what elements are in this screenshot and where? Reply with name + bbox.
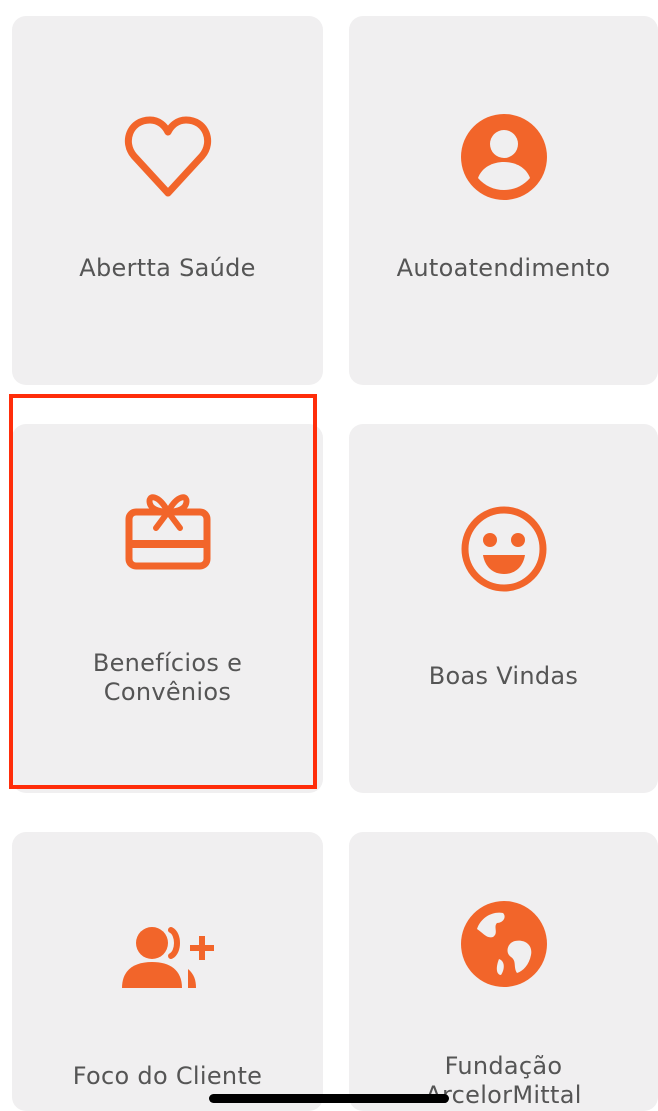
heart-icon [12,113,323,199]
user-circle-icon [349,113,658,201]
selection-highlight [9,394,317,789]
tile-autoatendimento[interactable]: Autoatendimento [349,16,658,385]
tile-label: Abertta Saúde [79,254,256,282]
tile-foco-do-cliente[interactable]: Foco do Cliente [12,832,323,1111]
tile-label: Autoatendimento [396,254,611,282]
home-indicator[interactable] [209,1094,449,1103]
globe-icon [349,899,658,989]
tile-boas-vindas[interactable]: Boas Vindas [349,424,658,793]
smile-icon [349,504,658,594]
tile-fundacao-arcelormittal[interactable]: Fundação ArcelorMittal [349,832,658,1111]
user-plus-icon [12,922,323,990]
tile-abertta-saude[interactable]: Abertta Saúde [12,16,323,385]
tile-label: Foco do Cliente [72,1062,263,1090]
tile-label: Boas Vindas [428,662,579,690]
